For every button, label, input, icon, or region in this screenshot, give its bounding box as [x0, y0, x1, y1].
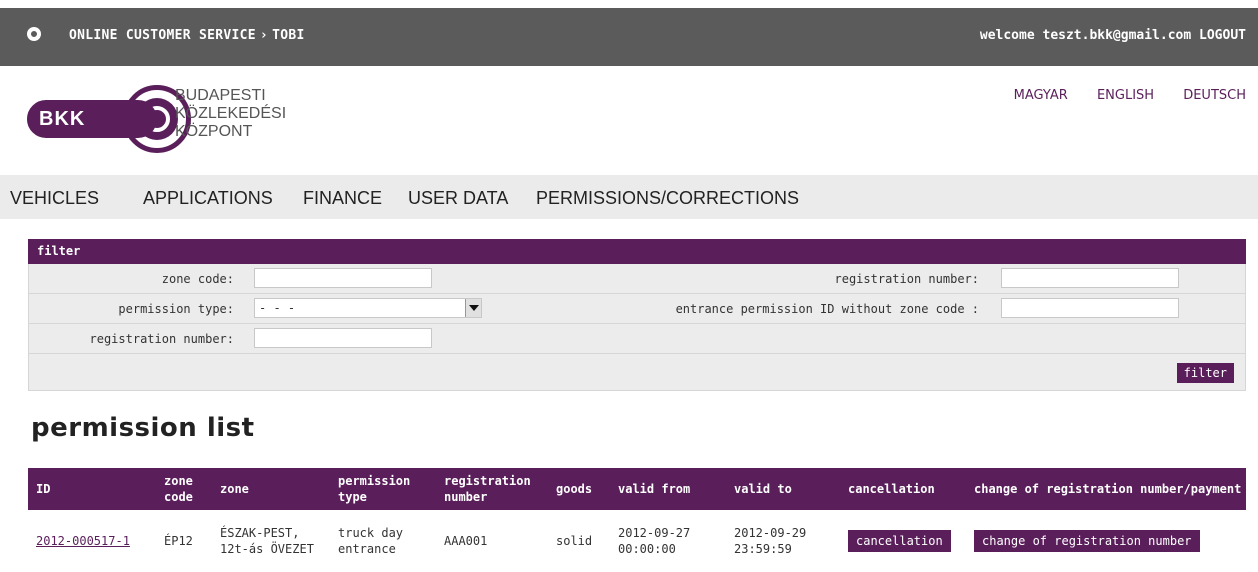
cell-zone: ÉSZAK-PEST, 12t-ás ÖVEZET — [220, 526, 314, 556]
logout-link[interactable]: LOGOUT — [1199, 28, 1246, 43]
breadcrumb: ONLINE CUSTOMER SERVICE › TOBI — [69, 28, 305, 43]
breadcrumb-root[interactable]: ONLINE CUSTOMER SERVICE — [69, 28, 256, 43]
org-line-3: KÖZPONT — [175, 123, 253, 140]
service-ring-icon — [27, 27, 41, 41]
permission-type-select[interactable]: - - - — [254, 298, 482, 318]
filter-row-3: registration number: — [29, 324, 1245, 354]
lang-deutsch[interactable]: DEUTSCH — [1183, 88, 1246, 103]
registration-number-input-right[interactable] — [1001, 268, 1179, 288]
lang-english[interactable]: ENGLISH — [1097, 88, 1154, 103]
filter-button[interactable]: filter — [1176, 363, 1234, 383]
nav-applications[interactable]: APPLICATIONS — [143, 188, 273, 209]
col-change-registration: change of registration number/payment — [966, 468, 1246, 510]
nav-vehicles[interactable]: VEHICLES — [10, 188, 99, 209]
entrance-permission-id-input[interactable] — [1001, 298, 1179, 318]
col-permission-type: permission type — [330, 468, 436, 510]
cancellation-button[interactable]: cancellation — [848, 530, 951, 552]
chevron-down-icon[interactable] — [465, 299, 481, 317]
filter-panel: filter zone code: registration number: p… — [28, 239, 1246, 391]
permission-table: ID zone code zone permission type regist… — [28, 468, 1246, 572]
organization-name: BUDAPESTI KÖZLEKEDÉSI KÖZPONT — [175, 87, 286, 141]
bkk-logo[interactable]: BKK — [27, 85, 191, 153]
lang-magyar[interactable]: MAGYAR — [1014, 88, 1068, 103]
top-bar: ONLINE CUSTOMER SERVICE › TOBI welcome tes… — [0, 8, 1258, 66]
language-switcher: MAGYAR ENGLISH DEUTSCH — [989, 88, 1246, 103]
col-registration-number: registration number — [436, 468, 548, 510]
col-zone: zone — [212, 468, 330, 510]
col-cancellation: cancellation — [840, 468, 966, 510]
col-goods: goods — [548, 468, 610, 510]
breadcrumb-current: TOBI — [272, 28, 305, 43]
cell-valid-to: 2012-09-29 23:59:59 — [734, 526, 807, 556]
cell-zone-code: ÉP12 — [164, 534, 193, 548]
filter-row-2: permission type: - - - entrance permissi… — [29, 294, 1245, 324]
nav-permissions-corrections[interactable]: PERMISSIONS/CORRECTIONS — [536, 188, 799, 209]
filter-header: filter — [28, 239, 1246, 264]
welcome-area: welcome teszt.bkk@gmail.com LOGOUT — [980, 28, 1246, 43]
cell-permission-type: truck day entrance — [338, 526, 404, 556]
logo-text: BKK — [39, 108, 86, 130]
permission-type-label: permission type: — [118, 302, 234, 316]
col-id: ID — [28, 468, 156, 510]
page-title: permission list — [31, 413, 255, 443]
permission-id-link[interactable]: 2012-000517-1 — [36, 534, 130, 548]
nav-finance[interactable]: FINANCE — [303, 188, 382, 209]
cell-valid-from: 2012-09-27 00:00:00 — [618, 526, 691, 556]
nav-user-data[interactable]: USER DATA — [408, 188, 508, 209]
zone-code-input[interactable] — [254, 268, 432, 288]
permission-type-value: - - - — [259, 301, 296, 315]
org-line-1: BUDAPESTI — [175, 87, 266, 104]
registration-number-input-left[interactable] — [254, 328, 432, 348]
cell-id: 2012-000517-1 — [28, 510, 156, 572]
logo-pill: BKK — [27, 100, 157, 138]
change-registration-button[interactable]: change of registration number — [974, 530, 1200, 552]
col-valid-from: valid from — [610, 468, 726, 510]
cell-change-registration: change of registration number — [966, 510, 1246, 572]
col-zone-code: zone code — [156, 468, 212, 510]
cell-cancellation: cancellation — [840, 510, 966, 572]
col-valid-to: valid to — [726, 468, 840, 510]
main-navigation: VEHICLES APPLICATIONS FINANCE USER DATA … — [0, 175, 1258, 219]
table-header-row: ID zone code zone permission type regist… — [28, 468, 1246, 510]
registration-number-label-right: registration number: — [834, 272, 980, 286]
zone-code-label: zone code: — [161, 272, 234, 286]
table-row: 2012-000517-1 ÉP12 ÉSZAK-PEST, 12t-ás ÖV… — [28, 510, 1246, 572]
cell-registration-number: AAA001 — [444, 534, 488, 548]
breadcrumb-separator: › — [259, 28, 269, 43]
welcome-text: welcome teszt.bkk@gmail.com — [979, 28, 1192, 43]
cell-goods: solid — [556, 534, 593, 548]
registration-number-label-left: registration number: — [89, 332, 235, 346]
org-line-2: KÖZLEKEDÉSI — [175, 105, 287, 122]
filter-row-1: zone code: registration number: — [29, 264, 1245, 294]
entrance-permission-id-label: entrance permission ID without zone code… — [675, 302, 979, 316]
